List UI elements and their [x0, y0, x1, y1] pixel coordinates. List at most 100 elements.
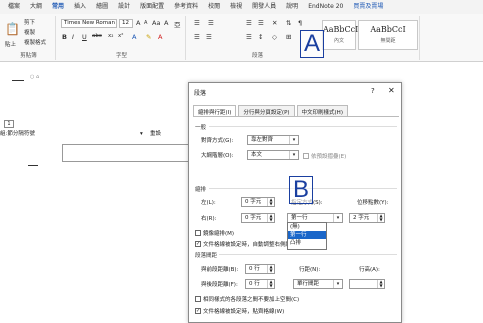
dialog-title: 段落	[194, 90, 207, 97]
right-indent-label: 右(R):	[201, 216, 217, 222]
clipboard-group-label: 剪貼簿	[20, 53, 37, 59]
strikethrough-button[interactable]: abc	[92, 33, 102, 39]
after-input[interactable]: 0 行 ▲ ▼	[245, 279, 275, 289]
spinner-arrows-icon[interactable]: ▲ ▼	[267, 265, 274, 273]
change-case-button[interactable]: Aa	[152, 19, 160, 27]
ribbon-tab[interactable]: 大綱	[26, 0, 46, 14]
font-size-select[interactable]: 12	[119, 19, 133, 28]
font-name-select[interactable]: Times New Roman	[61, 19, 117, 28]
outline-level-value: 本文	[251, 152, 263, 158]
outline-bullet-icon[interactable]: ○ ⌂	[30, 74, 39, 80]
tab-indents-spacing[interactable]: 縮排與行距(I)	[193, 105, 237, 116]
font-group: Times New Roman 12 A A Aa A 亞 B I U abc …	[58, 16, 186, 60]
ribbon-tab[interactable]: 繪圖	[92, 0, 112, 14]
font-color-icon[interactable]: A	[158, 33, 162, 41]
superscript-button[interactable]: x²	[118, 33, 123, 39]
clipboard-group: 📋 貼上 剪下 複製 複製格式 剪貼簿	[2, 16, 56, 60]
no-space-checkbox[interactable]: 相同樣式的各段落之間不要加上空間(C)	[195, 295, 299, 303]
outline-level-select[interactable]: 本文 ▾	[247, 150, 299, 160]
shrink-font-button[interactable]: A	[144, 20, 147, 26]
nav-combo[interactable]: 組:節分隔符號 ▾ 重設	[0, 130, 170, 138]
line-spacing-select[interactable]: 單行間距 ▾	[293, 279, 343, 289]
help-button[interactable]: ?	[371, 87, 375, 95]
mirror-indent-checkbox[interactable]: 鏡像縮排(M)	[195, 229, 234, 237]
ribbon-tab[interactable]: 常用	[48, 0, 69, 15]
tab-asian-typography[interactable]: 中文印刷樣式(H)	[296, 105, 348, 116]
style-normal[interactable]: AaBbCcI 內文	[322, 20, 358, 50]
chinese-layout-icon[interactable]: ✕	[272, 19, 277, 27]
bold-button[interactable]: B	[62, 33, 67, 41]
spinner-arrows-icon[interactable]: ▲ ▼	[377, 214, 384, 222]
dropdown-option[interactable]: 第一行	[288, 231, 326, 239]
paste-icon[interactable]: 📋	[5, 22, 20, 36]
ribbon-tab[interactable]: 插入	[70, 0, 90, 14]
show-marks-icon[interactable]: ¶	[298, 19, 302, 27]
dropdown-option[interactable]: 凸排	[288, 239, 326, 247]
alignment-select[interactable]: 靠左對齊 ▾	[247, 135, 299, 145]
right-indent-input[interactable]: 0 字元 ▲ ▼	[241, 213, 275, 223]
line-spacing-icon[interactable]: ↕	[258, 33, 263, 41]
style-sample: AaBbCcI	[370, 25, 406, 34]
cut-button[interactable]: 剪下	[24, 18, 35, 26]
style-no-spacing[interactable]: AaBbCcI 無間距	[358, 20, 418, 50]
ribbon-tab[interactable]: 檢視	[226, 0, 246, 14]
close-button[interactable]: ✕	[388, 86, 395, 95]
line-spacing-value: 單行間距	[297, 281, 320, 287]
mirror-indent-label: 鏡像縮排(M)	[203, 231, 235, 237]
by-input[interactable]: 2 字元 ▲ ▼	[349, 213, 385, 223]
paste-button[interactable]: 貼上	[5, 40, 16, 48]
highlight-pen-icon[interactable]: ✎	[146, 33, 151, 41]
no-space-label: 相同樣式的各段落之間不要加上空間(C)	[203, 297, 300, 303]
chevron-down-icon: ▾	[333, 214, 342, 222]
ribbon-tab[interactable]: 買賣及賣場	[349, 0, 387, 14]
before-value: 0 行	[249, 266, 260, 272]
ribbon-tab[interactable]: 檔案	[4, 0, 24, 14]
numbering-icon[interactable]: ☰	[208, 19, 214, 27]
outline-dash	[28, 165, 38, 166]
italic-button[interactable]: I	[72, 33, 74, 41]
dropdown-option[interactable]: (無)	[288, 223, 326, 231]
left-indent-input[interactable]: 0 字元 ▲ ▼	[241, 197, 275, 207]
distributed-icon[interactable]: ☰	[246, 33, 252, 41]
ribbon-tab[interactable]: 說明	[282, 0, 302, 14]
underline-button[interactable]: U	[82, 33, 87, 41]
copy-button[interactable]: 複製	[24, 28, 35, 36]
checkbox-box	[195, 296, 201, 302]
subscript-button[interactable]: x₂	[108, 33, 113, 39]
increase-indent-icon[interactable]: ☰	[258, 19, 264, 27]
ribbon-tab[interactable]: 校閱	[204, 0, 224, 14]
tab-line-page-breaks[interactable]: 分行與分頁設定(P)	[238, 105, 295, 116]
collapsed-checkbox[interactable]: 依預設摺疊(E)	[303, 152, 346, 160]
format-painter-button[interactable]: 複製格式	[24, 38, 46, 46]
section-break-box	[62, 144, 188, 162]
snap-grid-checkbox[interactable]: ✓ 文件格線被設定時，貼齊格線(W)	[195, 307, 284, 315]
chevron-down-icon: ▾	[289, 151, 298, 159]
before-input[interactable]: 0 行 ▲ ▼	[245, 264, 275, 274]
spinner-arrows-icon[interactable]: ▲ ▼	[377, 280, 384, 288]
ribbon-tab[interactable]: 設計	[114, 0, 134, 14]
borders-icon[interactable]: ⊞	[286, 33, 291, 41]
clear-format-button[interactable]: A	[164, 19, 168, 27]
right-indent-value: 0 字元	[245, 215, 262, 221]
ribbon-tab[interactable]: 版面配置	[136, 0, 168, 14]
sort-icon[interactable]: ⇅	[286, 19, 291, 27]
spinner-arrows-icon[interactable]: ▲ ▼	[267, 198, 274, 206]
align-center-icon[interactable]: ☰	[206, 33, 212, 41]
ribbon-tab-bar: 檔案 大綱 常用 插入 繪圖 設計 版面配置 參考資料 校閱 檢視 開發人員 說明 EndNote 20…	[0, 0, 483, 15]
checkbox-box	[303, 153, 309, 159]
text-effects-icon[interactable]: A	[132, 33, 136, 41]
ribbon-tab[interactable]: 開發人員	[248, 0, 280, 14]
ribbon-tab[interactable]: EndNote 20	[304, 0, 347, 14]
reset-link[interactable]: 重設	[150, 130, 161, 138]
phonetic-guide-button[interactable]: 亞	[174, 19, 181, 29]
decrease-indent-icon[interactable]: ☰	[246, 19, 252, 27]
spinner-arrows-icon[interactable]: ▲ ▼	[267, 280, 274, 288]
bullets-icon[interactable]: ☰	[194, 19, 200, 27]
shading-icon[interactable]: ◇	[272, 33, 277, 41]
spinner-arrows-icon[interactable]: ▲ ▼	[267, 214, 274, 222]
at-input[interactable]: ▲ ▼	[349, 279, 385, 289]
section-indent: 縮排	[195, 187, 207, 193]
align-left-icon[interactable]: ☰	[194, 33, 200, 41]
ribbon-tab[interactable]: 參考資料	[170, 0, 202, 14]
grow-font-button[interactable]: A	[136, 19, 140, 27]
